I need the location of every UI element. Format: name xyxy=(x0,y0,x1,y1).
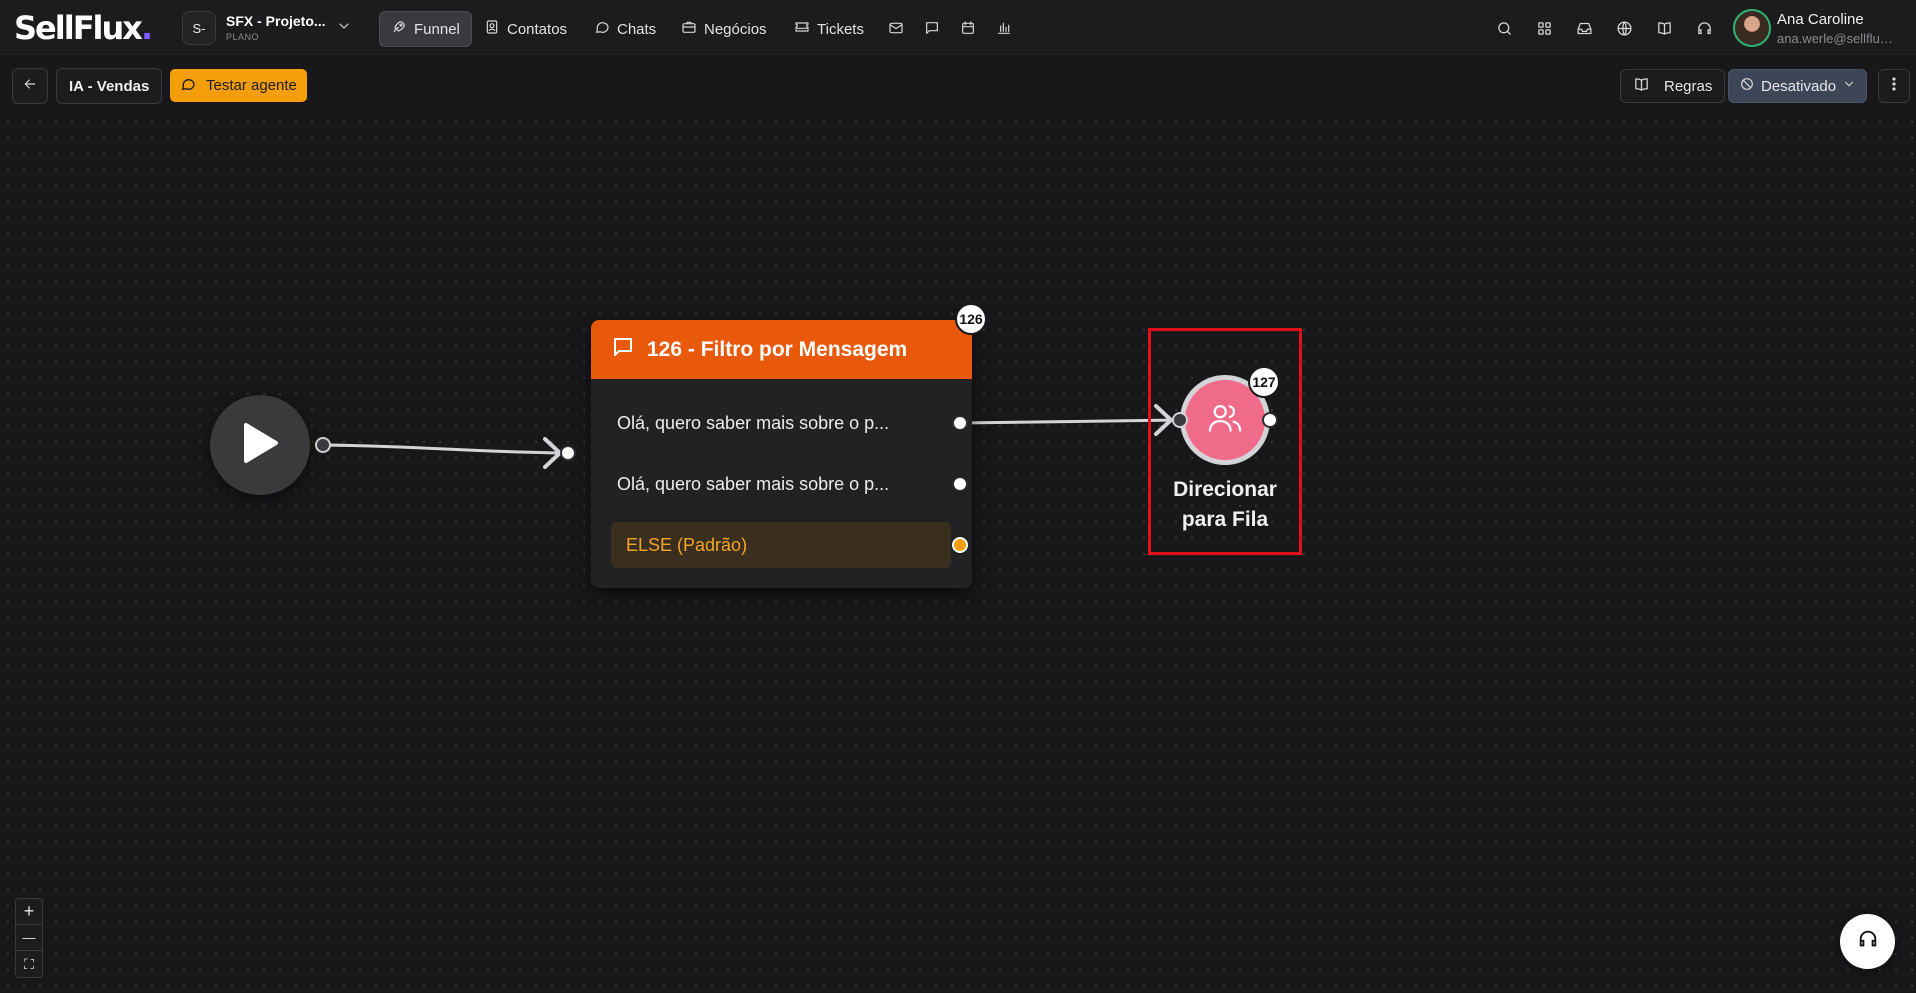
ban-icon xyxy=(1739,76,1755,96)
arrow-left-icon xyxy=(22,76,38,97)
chevron-down-icon xyxy=(1842,77,1856,95)
tab-tickets[interactable]: Tickets xyxy=(783,11,875,47)
inbox-icon[interactable] xyxy=(1573,17,1595,39)
sellflux-logo[interactable]: SellFlux. xyxy=(14,9,153,47)
filter-option[interactable]: Olá, quero saber mais sobre o p... xyxy=(611,400,951,446)
filter-node[interactable]: 126 - Filtro por Mensagem Olá, quero sab… xyxy=(591,320,972,588)
top-navbar: SellFlux. S- SFX - Projeto... PLANO Funn… xyxy=(0,0,1916,55)
tab-negocios-label: Negócios xyxy=(704,20,767,38)
filter-output-handle[interactable] xyxy=(952,415,968,431)
zoom-out-button[interactable]: — xyxy=(16,925,42,951)
chat-bubble-icon xyxy=(180,76,196,96)
tab-chats-label: Chats xyxy=(617,20,657,38)
project-plan: PLANO xyxy=(226,32,260,42)
play-icon xyxy=(240,421,280,470)
tab-funnel[interactable]: Funnel xyxy=(379,11,472,47)
queue-label-line: para Fila xyxy=(1181,508,1269,531)
start-output-handle[interactable] xyxy=(315,437,331,453)
filter-option[interactable]: Olá, quero saber mais sobre o p... xyxy=(611,461,951,507)
filter-output-handle[interactable] xyxy=(952,476,968,492)
queue-input-handle[interactable] xyxy=(1172,412,1188,428)
support-chat-button[interactable] xyxy=(1840,914,1895,969)
message-square-icon xyxy=(611,335,635,365)
briefcase-icon xyxy=(681,19,697,39)
filter-node-header: 126 - Filtro por Mensagem xyxy=(591,320,972,379)
more-options-button[interactable] xyxy=(1878,69,1910,103)
tab-negocios[interactable]: Negócios xyxy=(670,11,778,47)
tab-funnel-label: Funnel xyxy=(414,20,460,38)
mail-icon[interactable] xyxy=(885,17,907,39)
headset-icon[interactable] xyxy=(1693,17,1715,39)
queue-output-handle[interactable] xyxy=(1262,412,1278,428)
user-name: Ana Caroline xyxy=(1777,11,1864,28)
bar-chart-icon[interactable] xyxy=(993,17,1015,39)
globe-icon[interactable] xyxy=(1613,17,1635,39)
tab-contatos[interactable]: Contatos xyxy=(473,11,578,47)
start-node[interactable] xyxy=(210,395,310,495)
back-button[interactable] xyxy=(12,68,48,104)
queue-node-label: Direcionar para Fila xyxy=(1150,475,1300,535)
test-agent-label: Testar agente xyxy=(206,77,297,94)
agent-name: IA - Vendas xyxy=(56,68,163,104)
filter-input-handle[interactable] xyxy=(560,445,576,461)
book-open-icon xyxy=(1633,76,1650,97)
project-name[interactable]: SFX - Projeto... xyxy=(226,13,326,29)
chat-icon xyxy=(594,19,610,39)
queue-label-line: Direcionar xyxy=(1173,478,1277,501)
message-square-icon[interactable] xyxy=(921,17,943,39)
node-id-badge: 127 xyxy=(1248,366,1280,398)
users-icon xyxy=(1206,399,1244,442)
filter-else-output-handle[interactable] xyxy=(952,537,968,553)
filter-else-option[interactable]: ELSE (Padrão) xyxy=(611,522,951,568)
project-avatar[interactable]: S- xyxy=(182,11,216,45)
apps-grid-icon[interactable] xyxy=(1533,17,1555,39)
filter-node-title: 126 - Filtro por Mensagem xyxy=(647,337,908,361)
book-icon[interactable] xyxy=(1653,17,1675,39)
avatar[interactable] xyxy=(1733,9,1771,47)
status-label: Desativado xyxy=(1761,77,1837,95)
kebab-menu-icon xyxy=(1892,76,1896,97)
calendar-icon[interactable] xyxy=(957,17,979,39)
tab-chats[interactable]: Chats xyxy=(583,11,667,47)
contacts-icon xyxy=(484,19,500,39)
zoom-in-button[interactable]: + xyxy=(16,899,42,925)
ticket-icon xyxy=(794,19,810,39)
node-id-badge: 126 xyxy=(955,303,987,335)
rules-label: Regras xyxy=(1664,77,1713,95)
chevron-down-icon[interactable] xyxy=(336,18,352,39)
fit-view-button[interactable]: ⛶ xyxy=(16,951,42,977)
user-email: ana.werle@sellflux... xyxy=(1777,31,1897,46)
rules-button[interactable]: Regras xyxy=(1620,69,1726,103)
zoom-controls: + — ⛶ xyxy=(15,898,43,978)
rocket-icon xyxy=(391,19,407,39)
test-agent-button[interactable]: Testar agente xyxy=(170,69,307,102)
status-dropdown[interactable]: Desativado xyxy=(1728,69,1868,103)
headset-icon xyxy=(1857,928,1879,955)
search-icon[interactable] xyxy=(1493,17,1515,39)
tab-tickets-label: Tickets xyxy=(817,20,864,38)
tab-contatos-label: Contatos xyxy=(507,20,568,38)
